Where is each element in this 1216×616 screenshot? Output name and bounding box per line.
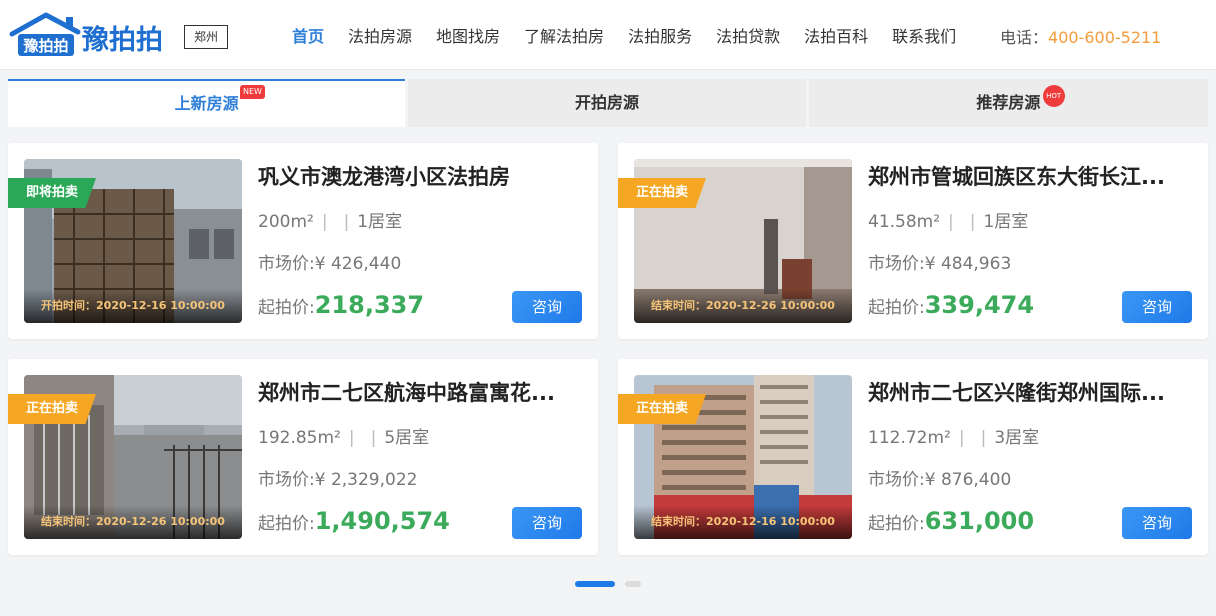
start-label: 起拍价: xyxy=(258,514,315,534)
city-selector[interactable]: 郑州 xyxy=(184,25,228,49)
rooms: 1居室 xyxy=(357,212,403,232)
carousel-pager xyxy=(575,581,651,587)
phone-label: 电话： xyxy=(1000,28,1049,47)
status-badge: 正在拍卖 xyxy=(618,178,707,208)
divider: | xyxy=(980,428,987,448)
status-badge: 即将拍卖 xyxy=(8,178,97,208)
rooms: 5居室 xyxy=(384,428,430,448)
auction-time: 开拍时间：2020-12-16 10:00:00 xyxy=(24,289,242,323)
market-label: 市场价: xyxy=(258,254,315,274)
listing-title[interactable]: 郑州市管城回族区东大街长江... xyxy=(868,161,1188,191)
listing-tabs: 上新房源 NEW 开拍房源 推荐房源 HOT xyxy=(8,79,1208,127)
nav-contact[interactable]: 联系我们 xyxy=(880,23,968,47)
nav-about[interactable]: 了解法拍房 xyxy=(512,23,616,47)
start-price: 起拍价:631,000 xyxy=(868,507,1034,535)
listing-info: 41.58m² | | 1居室 xyxy=(868,207,1028,232)
consult-button[interactable]: 咨询 xyxy=(1122,507,1192,539)
phone-info: 电话：400-600-5211 xyxy=(1000,24,1161,48)
market-label: 市场价: xyxy=(868,470,925,490)
hot-tag: HOT xyxy=(1042,85,1065,107)
start-price: 起拍价:339,474 xyxy=(868,291,1034,319)
start-value: 218,337 xyxy=(314,291,425,319)
house-logo-icon: 豫拍拍 xyxy=(9,12,81,56)
page-dot-2[interactable] xyxy=(625,581,641,587)
market-price: 市场价:¥ 876,400 xyxy=(868,465,1011,490)
market-value: ¥ 2,329,022 xyxy=(314,470,418,490)
divider: | xyxy=(958,428,965,448)
divider: | xyxy=(321,212,328,232)
nav-wiki[interactable]: 法拍百科 xyxy=(792,23,880,47)
market-price: 市场价:¥ 426,440 xyxy=(258,249,401,274)
nav-map[interactable]: 地图找房 xyxy=(424,23,512,47)
start-value: 631,000 xyxy=(924,507,1035,535)
nav-services[interactable]: 法拍服务 xyxy=(616,23,704,47)
rooms: 3居室 xyxy=(994,428,1040,448)
tab-new-listings[interactable]: 上新房源 NEW xyxy=(8,79,406,127)
phone-number[interactable]: 400-600-5211 xyxy=(1048,28,1161,47)
market-value: ¥ 876,400 xyxy=(924,470,1012,490)
divider: | xyxy=(948,212,954,232)
tab-label: 推荐房源 xyxy=(976,93,1041,112)
divider: | xyxy=(969,212,976,232)
rooms: 1居室 xyxy=(983,212,1029,232)
listing-card[interactable]: 结束时间：2020-12-26 10:00:00 正在拍卖 郑州市管城回族区东大… xyxy=(618,143,1208,339)
tab-label: 开拍房源 xyxy=(574,93,639,112)
site-header: 豫拍拍 豫拍拍 郑州 首页 法拍房源 地图找房 了解法拍房 法拍服务 法拍贷款 … xyxy=(0,0,1216,70)
divider: | xyxy=(343,212,350,232)
listing-title[interactable]: 郑州市二七区兴隆街郑州国际... xyxy=(868,377,1188,407)
tab-label: 上新房源 xyxy=(174,94,239,113)
consult-button[interactable]: 咨询 xyxy=(512,291,582,323)
area: 41.58m² xyxy=(868,212,941,232)
listing-info: 200m² | | 1居室 xyxy=(258,207,402,232)
tab-open-auctions[interactable]: 开拍房源 xyxy=(408,79,806,127)
listing-info: 112.72m² | | 3居室 xyxy=(868,423,1039,448)
area: 112.72m² xyxy=(868,428,951,448)
auction-time: 结束时间：2020-12-26 10:00:00 xyxy=(24,505,242,539)
listing-card[interactable]: 结束时间：2020-12-26 10:00:00 正在拍卖 郑州市二七区航海中路… xyxy=(8,359,598,555)
consult-button[interactable]: 咨询 xyxy=(512,507,582,539)
start-label: 起拍价: xyxy=(258,298,315,318)
start-price: 起拍价:1,490,574 xyxy=(258,507,450,535)
nav-loans[interactable]: 法拍贷款 xyxy=(704,23,792,47)
area: 200m² xyxy=(258,212,314,232)
status-badge: 正在拍卖 xyxy=(8,394,97,424)
start-label: 起拍价: xyxy=(868,298,925,318)
market-value: ¥ 484,963 xyxy=(924,254,1012,274)
nav-home[interactable]: 首页 xyxy=(280,23,336,47)
listing-title[interactable]: 郑州市二七区航海中路富寓花... xyxy=(258,377,578,407)
listing-info: 192.85m² | | 5居室 xyxy=(258,423,429,448)
market-price: 市场价:¥ 484,963 xyxy=(868,249,1011,274)
listing-card[interactable]: 结束时间：2020-12-16 10:00:00 正在拍卖 郑州市二七区兴隆街郑… xyxy=(618,359,1208,555)
nav-listings[interactable]: 法拍房源 xyxy=(336,23,424,47)
logo-text: 豫拍拍 xyxy=(82,25,163,56)
auction-time: 结束时间：2020-12-26 10:00:00 xyxy=(634,289,852,323)
main-nav: 首页 法拍房源 地图找房 了解法拍房 法拍服务 法拍贷款 法拍百科 联系我们 xyxy=(280,0,968,70)
market-value: ¥ 426,440 xyxy=(314,254,402,274)
divider: | xyxy=(370,428,377,448)
listing-card[interactable]: 开拍时间：2020-12-16 10:00:00 即将拍卖 巩义市澳龙港湾小区法… xyxy=(8,143,598,339)
market-price: 市场价:¥ 2,329,022 xyxy=(258,465,417,490)
start-value: 339,474 xyxy=(924,291,1035,319)
status-badge: 正在拍卖 xyxy=(618,394,707,424)
market-label: 市场价: xyxy=(258,470,315,490)
consult-button[interactable]: 咨询 xyxy=(1122,291,1192,323)
tab-recommended[interactable]: 推荐房源 HOT xyxy=(808,79,1208,127)
market-label: 市场价: xyxy=(868,254,925,274)
area: 192.85m² xyxy=(258,428,341,448)
site-logo[interactable]: 豫拍拍 豫拍拍 xyxy=(8,12,170,58)
logo-badge-text: 豫拍拍 xyxy=(23,37,68,55)
page-dot-1[interactable] xyxy=(575,581,615,587)
new-tag: NEW xyxy=(240,85,265,99)
start-label: 起拍价: xyxy=(868,514,925,534)
auction-time: 结束时间：2020-12-16 10:00:00 xyxy=(634,505,852,539)
divider: | xyxy=(348,428,355,448)
listing-title[interactable]: 巩义市澳龙港湾小区法拍房 xyxy=(258,161,578,191)
start-value: 1,490,574 xyxy=(314,507,450,535)
start-price: 起拍价:218,337 xyxy=(258,291,424,319)
